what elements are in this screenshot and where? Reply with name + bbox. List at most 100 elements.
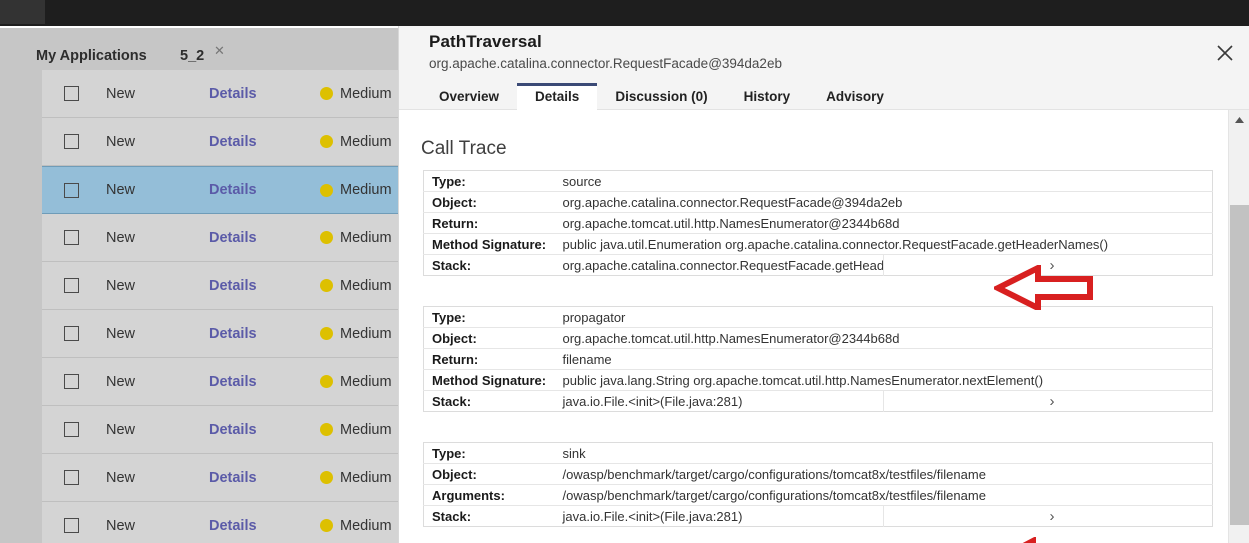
row-checkbox[interactable]	[64, 374, 79, 389]
list-item[interactable]: New Details Medium	[42, 262, 400, 310]
table-row: Object: org.apache.tomcat.util.http.Names…	[423, 327, 1213, 349]
table-row: Method Signature: public java.util.Enumer…	[423, 233, 1213, 255]
vertical-scrollbar[interactable]	[1228, 110, 1249, 543]
list-item[interactable]: New Details Medium	[42, 310, 400, 358]
trace-field-label: Stack:	[432, 393, 472, 409]
list-item[interactable]: New Details Medium	[42, 502, 400, 543]
trace-field-value: propagator	[554, 306, 1213, 328]
chevron-right-icon[interactable]: ›	[883, 254, 1213, 276]
row-details-link[interactable]: Details	[209, 326, 257, 342]
table-row: Stack: java.io.File.<init>(File.java:281)…	[424, 390, 1213, 412]
screen: My Applications 5_2 ✕ New Details Medium Ne…	[0, 0, 1249, 543]
trace-field-value: java.io.File.<init>(File.java:281)	[562, 508, 743, 524]
tab-overview[interactable]: Overview	[421, 83, 517, 110]
page-title: PathTraversal	[429, 32, 542, 51]
trace-field-label: Arguments:	[423, 484, 555, 506]
table-row: Stack: org.apache.catalina.connector.Requ…	[424, 254, 1213, 276]
severity-dot-icon	[320, 471, 333, 484]
severity-dot-icon	[320, 375, 333, 388]
row-details-link[interactable]: Details	[209, 134, 257, 150]
row-status: New	[106, 229, 136, 246]
row-severity: Medium	[340, 469, 392, 486]
row-details-link[interactable]: Details	[209, 86, 257, 102]
trace-field-label: Return:	[423, 348, 555, 370]
trace-field-label: Return:	[423, 212, 555, 234]
trace-field-value: /owasp/benchmark/target/cargo/configurat…	[554, 463, 1213, 485]
row-status: New	[106, 517, 136, 534]
row-severity: Medium	[340, 133, 392, 150]
trace-field-label: Type:	[423, 170, 555, 192]
list-item[interactable]: New Details Medium	[42, 118, 400, 166]
trace-field-value: org.apache.catalina.connector.RequestFac…	[554, 191, 1213, 213]
table-row: Return: filename	[423, 348, 1213, 370]
dialog-header: PathTraversal org.apache.catalina.connec…	[399, 26, 1249, 83]
list-item[interactable]: New Details Medium	[42, 454, 400, 502]
list-item[interactable]: New Details Medium	[42, 70, 400, 118]
row-details-link[interactable]: Details	[209, 278, 257, 294]
row-status: New	[106, 182, 136, 198]
caret-up-icon[interactable]	[1229, 112, 1249, 128]
severity-dot-icon	[320, 279, 333, 292]
row-checkbox[interactable]	[64, 182, 79, 198]
trace-field-label: Type:	[423, 306, 555, 328]
close-icon[interactable]	[1213, 41, 1237, 65]
browser-top-bar	[0, 0, 1249, 26]
tab-advisory[interactable]: Advisory	[808, 83, 902, 110]
tab-history[interactable]: History	[726, 83, 809, 110]
row-checkbox[interactable]	[64, 422, 79, 437]
table-row: Return: org.apache.tomcat.util.http.Names…	[423, 212, 1213, 234]
trace-field-label: Object:	[423, 191, 555, 213]
row-status: New	[106, 325, 136, 342]
scrollbar-thumb[interactable]	[1230, 205, 1249, 525]
trace-field-value: public java.lang.String org.apache.tomca…	[554, 369, 1213, 391]
row-checkbox[interactable]	[64, 86, 79, 101]
call-trace-table-propagator: Type: propagator Object: org.apache.tomcat.…	[423, 306, 1213, 412]
row-details-link[interactable]: Details	[209, 230, 257, 246]
list-item[interactable]: New Details Medium	[42, 358, 400, 406]
row-details-link[interactable]: Details	[209, 182, 257, 198]
browser-tab-strip-segment	[0, 0, 45, 24]
trace-field-label: Method Signature:	[423, 369, 555, 391]
chevron-right-icon[interactable]: ›	[883, 505, 1213, 527]
section-title: Call Trace	[421, 138, 507, 159]
row-checkbox[interactable]	[64, 230, 79, 245]
list-item[interactable]: New Details Medium	[42, 406, 400, 454]
vulnerability-list: New Details Medium New Details Medium New Detai…	[42, 70, 400, 543]
severity-dot-icon	[320, 135, 333, 148]
row-details-link[interactable]: Details	[209, 374, 257, 390]
list-item[interactable]: New Details Medium	[42, 166, 400, 214]
tab-details[interactable]: Details	[517, 83, 598, 110]
table-row: Type: propagator	[423, 306, 1213, 328]
trace-field-label: Stack:	[432, 508, 472, 524]
severity-dot-icon	[320, 519, 333, 532]
tab-discussion-0[interactable]: Discussion (0)	[597, 83, 725, 110]
row-details-link[interactable]: Details	[209, 518, 257, 534]
row-status: New	[106, 277, 136, 294]
trace-field-label: Object:	[423, 463, 555, 485]
row-details-link[interactable]: Details	[209, 422, 257, 438]
severity-dot-icon	[320, 327, 333, 340]
trace-field-label: Method Signature:	[423, 233, 555, 255]
row-details-link[interactable]: Details	[209, 470, 257, 486]
trace-field-label: Stack:	[432, 257, 472, 273]
row-checkbox[interactable]	[64, 470, 79, 485]
row-checkbox[interactable]	[64, 326, 79, 341]
row-status: New	[106, 373, 136, 390]
row-checkbox[interactable]	[64, 134, 79, 149]
list-item[interactable]: New Details Medium	[42, 214, 400, 262]
table-row: Object: org.apache.catalina.connector.Req…	[423, 191, 1213, 213]
chevron-right-icon[interactable]: ›	[883, 390, 1213, 412]
severity-dot-icon	[320, 231, 333, 244]
close-icon[interactable]: ✕	[214, 44, 225, 57]
my-applications-label[interactable]: My Applications	[36, 48, 147, 64]
trace-field-value: org.apache.tomcat.util.http.NamesEnumera…	[554, 327, 1213, 349]
row-severity: Medium	[340, 229, 392, 246]
row-checkbox[interactable]	[64, 278, 79, 293]
trace-field-value: source	[554, 170, 1213, 192]
row-checkbox[interactable]	[64, 518, 79, 533]
table-row: Stack: java.io.File.<init>(File.java:281)…	[424, 505, 1213, 527]
open-tab-label[interactable]: 5_2	[180, 48, 204, 64]
row-severity: Medium	[340, 421, 392, 438]
trace-field-value: public java.util.Enumeration org.apache.…	[554, 233, 1213, 255]
row-severity: Medium	[340, 517, 392, 534]
